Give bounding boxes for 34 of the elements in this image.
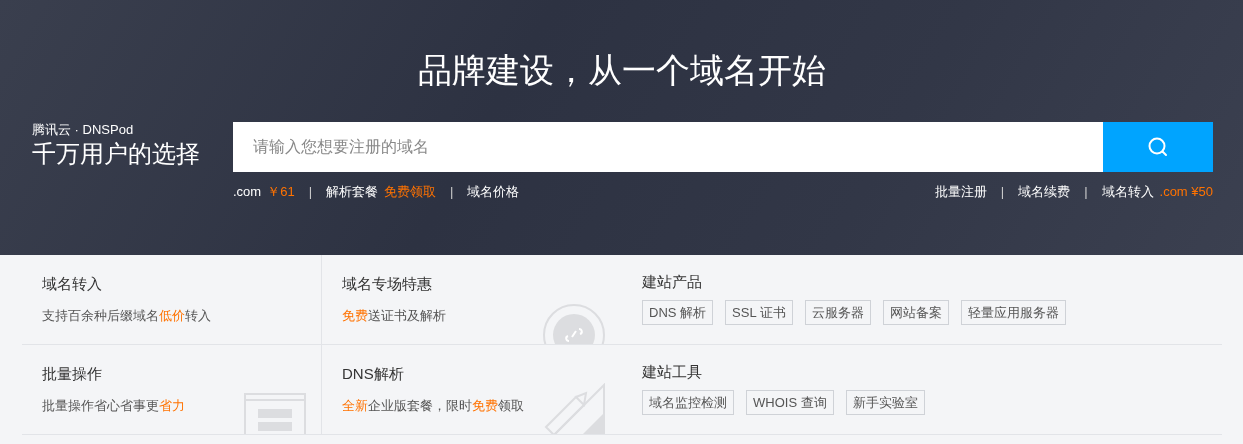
quick-link[interactable]: 域名价格 (467, 182, 520, 202)
product-tag[interactable]: DNS 解析 (642, 299, 714, 325)
slogan: 千万用户的选择 (32, 139, 201, 169)
product-tag[interactable]: WHOIS 查询 (746, 389, 834, 415)
feature-title[interactable]: 域名转入 (42, 273, 301, 296)
feature-title[interactable]: 批量操作 (42, 363, 301, 386)
quick-link[interactable]: 域名转入 .com ¥50 (1101, 182, 1213, 202)
quick-link[interactable]: 域名续费 (1018, 182, 1071, 202)
product-tag[interactable]: 新手实验室 (845, 389, 925, 415)
separator: | (1084, 183, 1088, 201)
group-title: 建站工具 (642, 362, 703, 382)
product-tag[interactable]: 轻量应用服务器 (960, 299, 1066, 325)
feature-description: 支持百余种后缀域名低价转入 (42, 306, 212, 325)
feature-description: 全新企业版套餐，限时免费领取 (342, 396, 525, 415)
hero-title: 品牌建设，从一个域名开始 (416, 50, 827, 91)
search-field[interactable]: 请输入您想要注册的域名 (233, 122, 1103, 172)
quick-link[interactable]: 批量注册 (934, 182, 987, 202)
product-tag[interactable]: 网站备案 (882, 299, 949, 325)
product-tag[interactable]: 域名监控检测 (642, 389, 734, 415)
group-title: 建站产品 (642, 272, 703, 292)
separator: | (308, 183, 313, 201)
brand-name: 腾讯云 · DNSPod (32, 122, 135, 138)
feature-description: 批量操作省心省事更省力 (42, 396, 186, 415)
separator: | (450, 183, 454, 201)
feature-title[interactable]: DNS解析 (342, 363, 602, 386)
separator: | (1000, 183, 1005, 201)
quick-link[interactable]: .com ￥61 (233, 182, 295, 202)
search-button[interactable] (1103, 122, 1213, 172)
product-tag[interactable]: 云服务器 (804, 299, 871, 325)
product-tag[interactable]: SSL 证书 (725, 299, 793, 325)
quick-link[interactable]: 解析套餐 免费领取 (326, 182, 437, 202)
feature-description: 免费送证书及解析 (342, 306, 447, 325)
search-icon (1147, 136, 1169, 158)
feature-title[interactable]: 域名专场特惠 (342, 273, 602, 296)
